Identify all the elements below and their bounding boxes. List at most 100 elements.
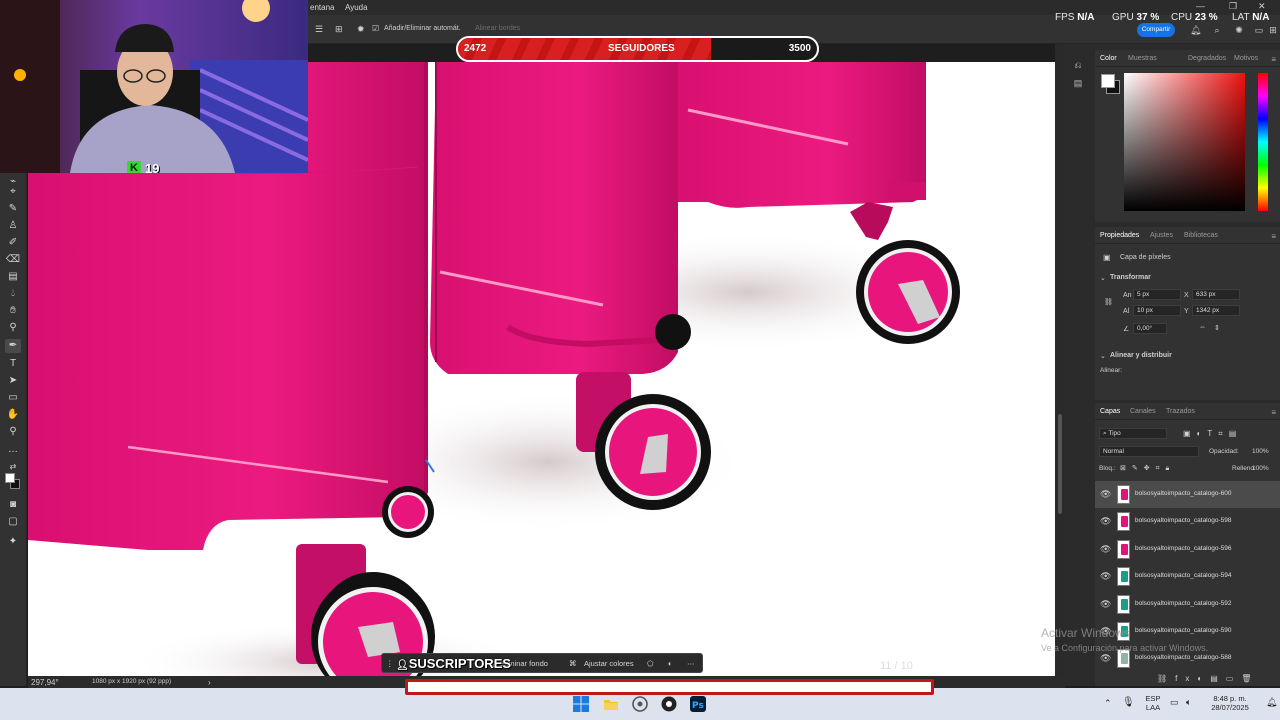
screen-mode-icon[interactable]: ▢ xyxy=(5,515,21,529)
tab-libraries[interactable]: Bibliotecas xyxy=(1184,232,1218,239)
y-field[interactable]: 1342 px xyxy=(1192,305,1240,316)
tab-swatches[interactable]: Muestras xyxy=(1128,55,1157,62)
blur-tool-icon[interactable]: 💧︎ xyxy=(5,287,21,301)
layer-filter-select[interactable]: ⌕ Tipo xyxy=(1099,428,1167,439)
tab-gradients[interactable]: Degradados xyxy=(1188,55,1226,62)
path-select-icon[interactable]: ➤ xyxy=(5,374,21,388)
tab-paths[interactable]: Trazados xyxy=(1166,408,1195,415)
burn-tool-icon[interactable]: ⚲ xyxy=(5,321,21,335)
history-panel-icon[interactable]: ⎌ xyxy=(1072,60,1084,72)
layer-actions[interactable]: ⛓fx◐▤▭🗑︎ xyxy=(1157,674,1259,683)
align-edges-label[interactable]: Alinear bordes xyxy=(475,25,520,32)
chevron-down-icon[interactable]: ⌄ xyxy=(1100,274,1106,282)
generative-icon[interactable]: ✦ xyxy=(5,535,21,549)
visibility-eye-icon[interactable]: 👁︎ xyxy=(1100,489,1111,500)
blend-mode-select[interactable]: Normal xyxy=(1099,446,1199,457)
more-tools-icon[interactable]: … xyxy=(5,443,21,457)
color-fg-swatch[interactable] xyxy=(1101,74,1115,88)
status-chevron-icon[interactable]: › xyxy=(208,678,211,687)
obs-icon[interactable] xyxy=(632,696,648,712)
layer-row[interactable]: 👁︎ bolsosyaltoimpacto_catalogo-600 xyxy=(1095,481,1280,508)
adjust-colors-button[interactable]: Ajustar colores xyxy=(584,659,634,668)
transform-icon[interactable]: ⬠ xyxy=(647,659,654,668)
visibility-eye-icon[interactable]: 👁︎ xyxy=(1100,544,1111,555)
chrome-icon[interactable] xyxy=(661,696,677,712)
hue-slider[interactable] xyxy=(1258,73,1268,211)
x-field[interactable]: 633 px xyxy=(1192,289,1240,300)
windows-start-icon[interactable] xyxy=(573,696,589,712)
canvas-scrollbar[interactable] xyxy=(1055,44,1065,686)
tab-properties[interactable]: Propiedades xyxy=(1100,232,1139,239)
search-icon[interactable]: ⌕ xyxy=(1212,24,1222,36)
menu-help[interactable]: Ayuda xyxy=(345,3,368,12)
rectangle-tool-icon[interactable]: ▭ xyxy=(5,391,21,405)
crop-tool-icon[interactable]: ⌖ xyxy=(5,185,21,199)
tab-adjustments[interactable]: Ajustes xyxy=(1150,232,1173,239)
arrange-icon[interactable]: ⊞ xyxy=(1268,24,1278,36)
opacity-value[interactable]: 100% xyxy=(1252,448,1269,455)
panel-menu-icon[interactable]: ≡ xyxy=(1271,55,1276,64)
dodge-tool-icon[interactable]: ✋︎ xyxy=(5,304,21,318)
lock-icons[interactable]: ⊠✎✥⌗🔒︎ xyxy=(1120,464,1175,473)
tab-layers[interactable]: Capas xyxy=(1100,408,1120,415)
clock[interactable]: 8:48 p. m. 28/07/2025 xyxy=(1200,694,1260,712)
file-explorer-icon[interactable] xyxy=(603,696,619,712)
path-ops-icon[interactable]: ☰ xyxy=(315,24,323,35)
color-swatches[interactable] xyxy=(5,473,21,491)
color-picker-field[interactable] xyxy=(1124,73,1245,211)
bell-icon[interactable]: 🔔︎ xyxy=(1190,24,1201,36)
gradient-tool-icon[interactable]: ▤ xyxy=(5,270,21,284)
volume-icon[interactable]: 🔈︎ xyxy=(1186,697,1191,708)
visibility-eye-icon[interactable]: 👁︎ xyxy=(1100,599,1111,610)
swap-colors-icon[interactable]: ⇄ xyxy=(5,460,21,474)
network-icon[interactable]: ▭ xyxy=(1170,697,1179,708)
auto-add-checkbox[interactable]: ☑ xyxy=(372,24,379,33)
flip-horizontal-icon[interactable]: ⇔ xyxy=(1199,324,1206,331)
gear-icon[interactable]: ✹ xyxy=(357,24,365,35)
microphone-icon[interactable]: 🎙︎ xyxy=(1122,697,1135,708)
foreground-color[interactable] xyxy=(5,473,15,483)
minimize-icon[interactable]: — xyxy=(1196,1,1205,11)
flip-vertical-icon[interactable]: ⇕ xyxy=(1214,324,1220,332)
tab-color[interactable]: Color xyxy=(1100,55,1117,62)
brush-tool-icon[interactable]: ✎ xyxy=(5,202,21,216)
photoshop-icon[interactable]: Ps xyxy=(690,696,706,712)
tab-channels[interactable]: Canales xyxy=(1130,408,1156,415)
close-icon[interactable]: ✕ xyxy=(1258,1,1266,12)
layer-row[interactable]: 👁︎ bolsosyaltoimpacto_catalogo-592 xyxy=(1095,591,1280,618)
menu-window[interactable]: entana xyxy=(310,3,334,12)
layer-filter-icons[interactable]: ▣◐T⌗▤ xyxy=(1183,429,1242,439)
width-field[interactable]: 5 px xyxy=(1133,289,1181,300)
pen-tool-icon[interactable]: ✒ xyxy=(5,339,21,353)
stamp-tool-icon[interactable]: ♙ xyxy=(5,219,21,233)
eraser-tool-icon[interactable]: ⌫ xyxy=(5,253,21,267)
tray-chevron-icon[interactable]: ⌃ xyxy=(1104,698,1112,709)
language-indicator[interactable]: ESP LAA xyxy=(1142,694,1164,712)
layer-row[interactable]: 👁︎ bolsosyaltoimpacto_catalogo-596 xyxy=(1095,536,1280,563)
drag-handle-icon[interactable]: ⋮ xyxy=(386,659,394,668)
panel-menu-icon[interactable]: ≡ xyxy=(1271,408,1276,417)
panel-menu-icon[interactable]: ≡ xyxy=(1271,232,1276,241)
zoom-level[interactable]: 297,94° xyxy=(31,678,59,687)
workspace-icon[interactable]: ▭ xyxy=(1254,24,1264,36)
share-button[interactable]: Compartir xyxy=(1137,23,1175,37)
visibility-eye-icon[interactable]: 👁︎ xyxy=(1100,653,1111,664)
comments-panel-icon[interactable]: ▤ xyxy=(1072,78,1084,90)
hand-tool-icon[interactable]: ✋ xyxy=(5,408,21,422)
layer-row[interactable]: 👁︎ bolsosyaltoimpacto_catalogo-598 xyxy=(1095,508,1280,535)
notifications-icon[interactable]: 🔔︎ xyxy=(1266,697,1277,708)
more-options-icon[interactable]: ⋯ xyxy=(687,659,695,668)
mask-icon[interactable]: ◐ xyxy=(668,659,673,668)
layer-row[interactable]: 👁︎ bolsosyaltoimpacto_catalogo-594 xyxy=(1095,563,1280,590)
history-brush-icon[interactable]: ✐ xyxy=(5,236,21,250)
quick-mask-icon[interactable]: ◙ xyxy=(5,498,21,512)
visibility-eye-icon[interactable]: 👁︎ xyxy=(1100,516,1111,527)
visibility-eye-icon[interactable]: 👁︎ xyxy=(1100,571,1111,582)
height-field[interactable]: 10 px xyxy=(1133,305,1181,316)
restore-icon[interactable]: ❐ xyxy=(1229,1,1237,12)
sparkle-icon[interactable]: ✺ xyxy=(1234,24,1244,36)
path-arrange-icon[interactable]: ⊞ xyxy=(335,24,343,35)
scrollbar-thumb[interactable] xyxy=(1058,414,1062,514)
chevron-down-icon[interactable]: ⌄ xyxy=(1100,352,1106,360)
adjust-colors-icon[interactable]: ⌘ xyxy=(569,659,577,668)
